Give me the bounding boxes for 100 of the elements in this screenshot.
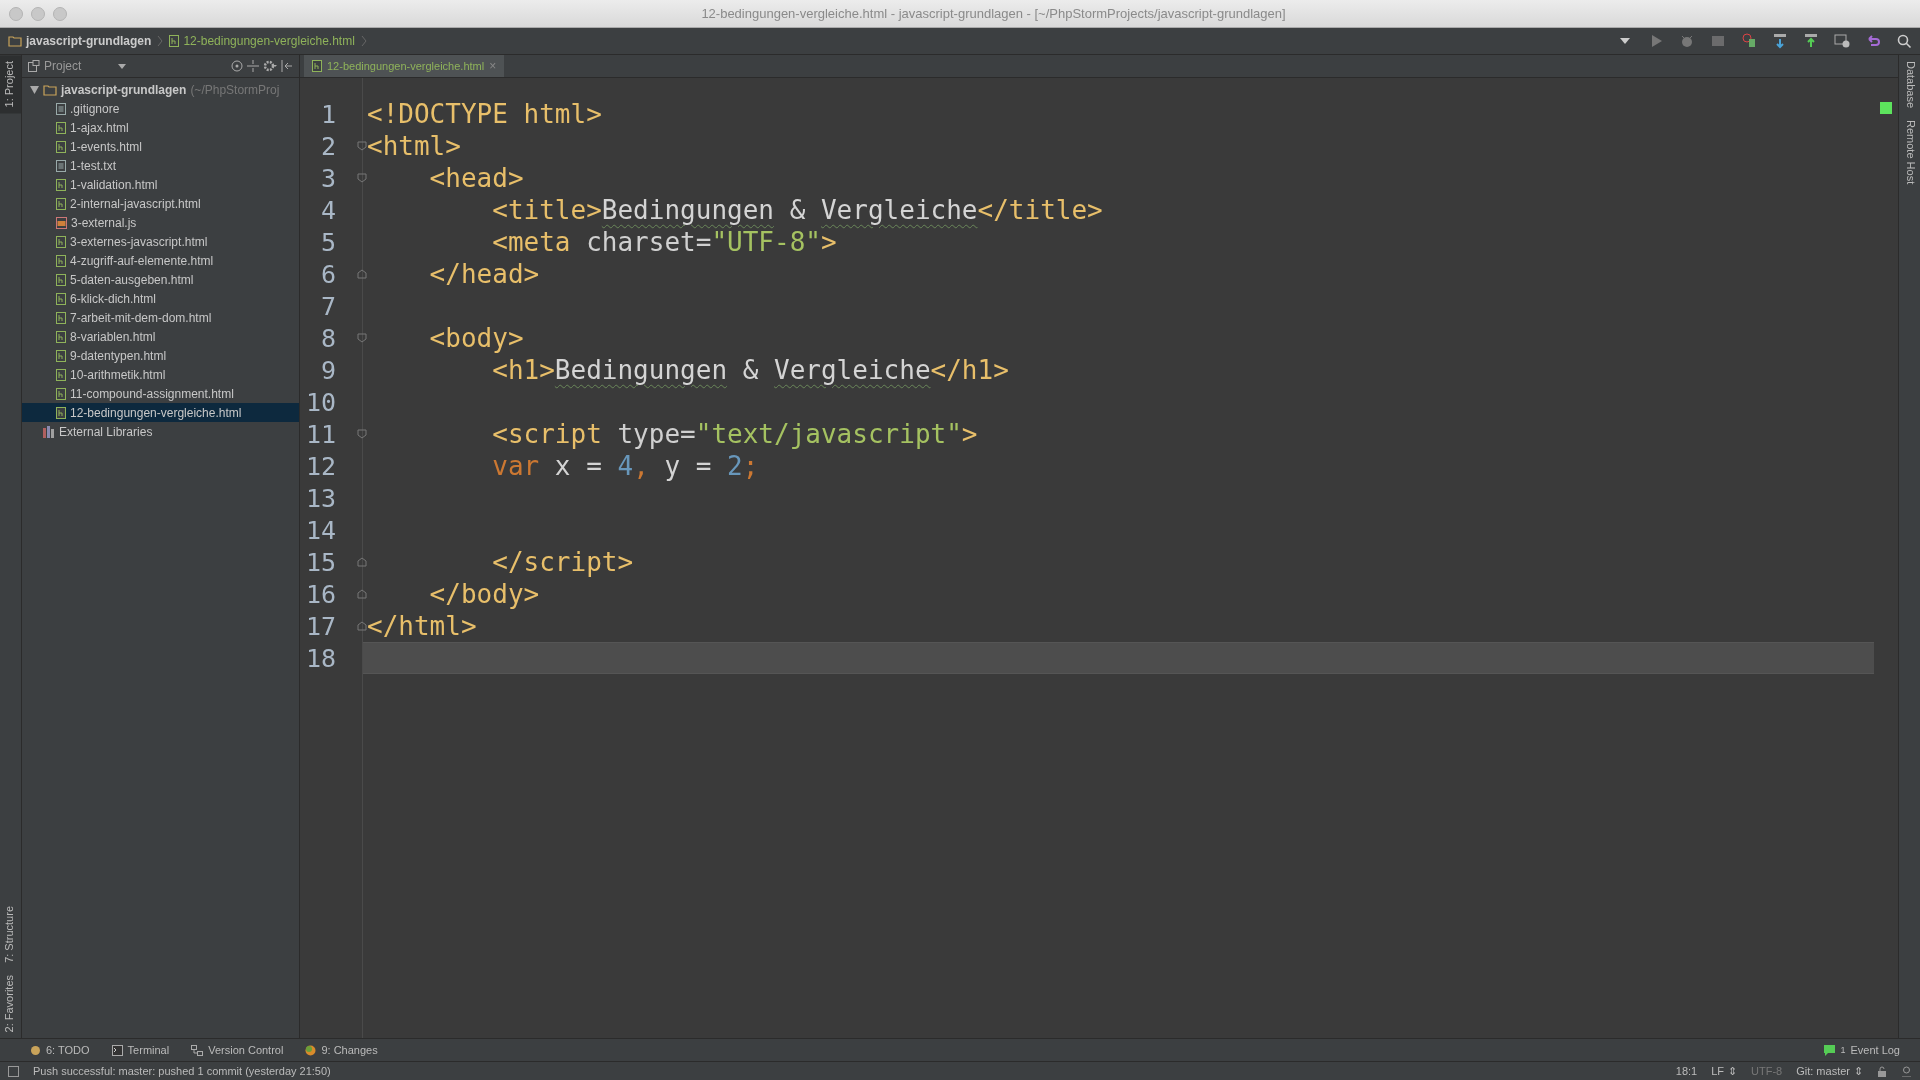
tool-window-button[interactable]: Version Control [191, 1044, 284, 1056]
tree-item[interactable]: 11-compound-assignment.html [22, 384, 299, 403]
close-window-button[interactable] [9, 6, 23, 21]
line-number: 3 [319, 163, 336, 193]
dropdown-arrow-icon[interactable] [118, 63, 126, 69]
tree-item[interactable]: 6-klick-dich.html [22, 289, 299, 308]
tree-item[interactable]: 9-datentypen.html [22, 346, 299, 365]
library-icon [43, 425, 55, 438]
tool-window-tab[interactable]: 7: Structure [0, 899, 21, 969]
speech-bubble-icon [1824, 1044, 1836, 1056]
tree-item[interactable]: 10-arithmetik.html [22, 365, 299, 384]
breadcrumb[interactable]: javascript-grundlagen [8, 34, 152, 48]
html-file-icon [56, 406, 66, 419]
update-icon[interactable] [1772, 33, 1788, 49]
window-title: 12-bedingungen-vergleiche.html - javascript-grundlagen - [~/PhpStormProjects/javascript-grundlagen] [700, 6, 1287, 21]
fold-marker-icon[interactable] [357, 621, 367, 631]
tool-window-tab[interactable]: 1: Project [0, 55, 21, 114]
tree-item[interactable]: 5-daten-ausgeben.html [22, 270, 299, 289]
line-number: 4 [319, 195, 336, 225]
collapse-icon[interactable] [247, 60, 259, 72]
fold-marker-icon[interactable] [357, 173, 367, 183]
breadcrumb[interactable]: 12-bedingungen-vergleiche.html [169, 34, 355, 48]
html-file-icon [56, 121, 66, 134]
debug-icon[interactable] [1679, 33, 1695, 49]
history-icon[interactable] [1834, 33, 1850, 49]
fold-marker-icon[interactable] [357, 557, 367, 567]
code-line: <body> [428, 322, 525, 354]
fold-marker-icon[interactable] [357, 141, 367, 151]
tree-item[interactable]: javascript-grundlagen (~/PhpStormProj [22, 80, 299, 99]
html-file-icon [56, 235, 66, 248]
status-item[interactable]: LF ⇕ [1711, 1064, 1738, 1078]
tree-item[interactable]: 7-arbeit-mit-dem-dom.html [22, 308, 299, 327]
tree-item[interactable]: External Libraries [22, 422, 299, 441]
html-file-icon [56, 387, 66, 400]
line-number: 18 [304, 643, 336, 673]
revert-icon[interactable] [1865, 33, 1881, 49]
code-line: <h1>Bedingungen & Vergleiche</h1> [491, 354, 1010, 386]
line-number: 1 [319, 99, 336, 129]
html-file-icon [312, 60, 322, 72]
commit-icon[interactable] [1803, 33, 1819, 49]
tree-item[interactable]: 8-variablen.html [22, 327, 299, 346]
expand-arrow-icon[interactable] [30, 85, 39, 94]
search-icon[interactable] [1896, 33, 1912, 49]
inspector-icon[interactable] [1901, 1065, 1912, 1077]
line-number: 11 [304, 419, 336, 449]
tool-window-tab[interactable]: Remote Host [1899, 114, 1920, 191]
tree-item[interactable]: .gitignore [22, 99, 299, 118]
html-file-icon [56, 311, 66, 324]
zoom-window-button[interactable] [53, 6, 67, 21]
html-file-icon [56, 349, 66, 362]
lock-icon[interactable] [1877, 1065, 1887, 1077]
code-line: </script> [491, 546, 635, 578]
code-line: <title>Bedingungen & Vergleiche</title> [491, 194, 1104, 226]
tree-item[interactable]: 3-external.js [22, 213, 299, 232]
inspection-ok-icon [1880, 102, 1892, 114]
status-message: Push successful: master: pushed 1 commit (yesterday 21:50) [33, 1065, 332, 1077]
editor-tab[interactable]: 12-bedingungen-vergleiche.html × [304, 55, 505, 77]
minimize-window-button[interactable] [31, 6, 45, 21]
line-number: 17 [304, 611, 336, 641]
terminal-icon [111, 1044, 123, 1056]
project-view-icon [28, 60, 40, 72]
status-item[interactable]: 18:1 [1675, 1065, 1698, 1077]
tree-item[interactable]: 2-internal-javascript.html [22, 194, 299, 213]
tree-item[interactable]: 1-test.txt [22, 156, 299, 175]
hide-panel-icon[interactable] [281, 60, 293, 72]
tool-window-button[interactable]: 6: TODO [30, 1044, 90, 1056]
tree-item[interactable]: 1-validation.html [22, 175, 299, 194]
tree-item[interactable]: 3-externes-javascript.html [22, 232, 299, 251]
tree-item[interactable]: 12-bedingungen-vergleiche.html [22, 403, 299, 422]
text-file-icon [56, 102, 66, 115]
tool-window-tab[interactable]: 2: Favorites [0, 968, 21, 1038]
line-number: 6 [319, 259, 336, 289]
fold-marker-icon[interactable] [357, 333, 367, 343]
line-number: 8 [319, 323, 336, 353]
panel-toggle-icon[interactable] [8, 1065, 19, 1077]
line-number: 9 [319, 355, 336, 385]
html-file-icon [56, 292, 66, 305]
tool-window-tab[interactable]: Database [1899, 55, 1920, 115]
locate-icon[interactable] [231, 60, 243, 72]
html-file-icon [56, 140, 66, 153]
code-line: <html> [366, 130, 462, 162]
event-log-button[interactable]: 1 Event Log [1824, 1044, 1900, 1056]
tree-item[interactable]: 4-zugriff-auf-elemente.html [22, 251, 299, 270]
changes-icon [305, 1044, 317, 1056]
fold-marker-icon[interactable] [357, 269, 367, 279]
tree-item[interactable]: 1-events.html [22, 137, 299, 156]
tool-window-button[interactable]: 9: Changes [305, 1044, 378, 1056]
tree-item[interactable]: 1-ajax.html [22, 118, 299, 137]
code-line: <head> [428, 162, 525, 194]
tool-window-button[interactable]: Terminal [111, 1044, 170, 1056]
code-line: <script type="text/javascript"> [491, 418, 979, 450]
version-control-icon [191, 1044, 204, 1056]
folder-icon [43, 83, 57, 96]
panel-title[interactable]: Project [44, 59, 114, 73]
fold-marker-icon[interactable] [357, 589, 367, 599]
js-file-icon [56, 216, 67, 229]
gear-icon[interactable] [263, 60, 277, 72]
fold-marker-icon[interactable] [357, 429, 367, 439]
html-file-icon [56, 178, 66, 191]
status-item[interactable]: Git: master ⇕ [1796, 1064, 1863, 1078]
